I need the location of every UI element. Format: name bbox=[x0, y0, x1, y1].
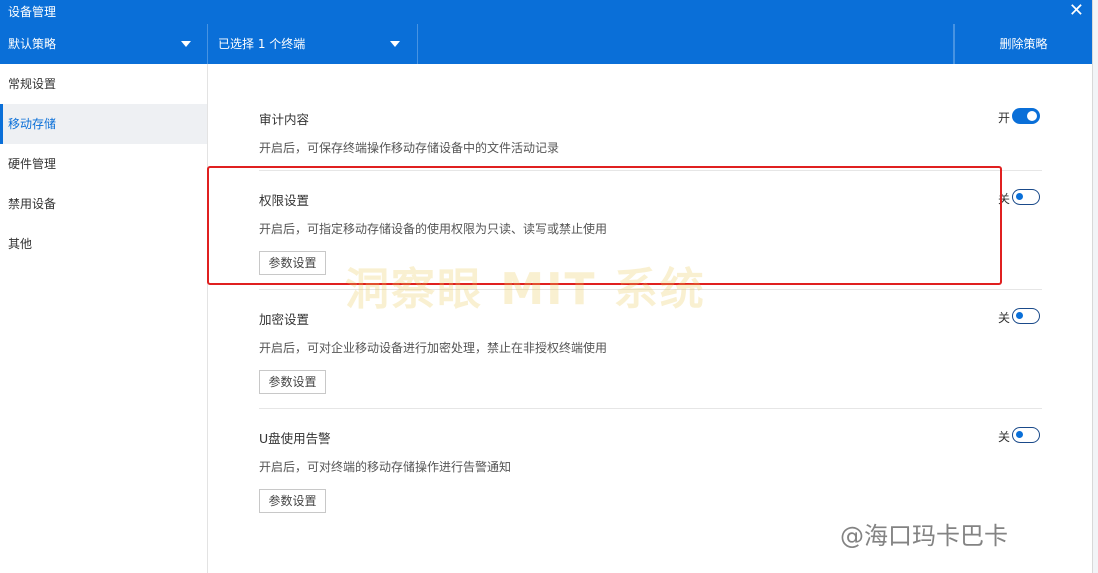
sidebar: 常规设置 移动存储 硬件管理 禁用设备 其他 bbox=[0, 64, 208, 573]
permission-toggle[interactable] bbox=[1012, 189, 1040, 205]
section-description: 开启后，可对企业移动设备进行加密处理，禁止在非授权终端使用 bbox=[259, 341, 608, 355]
watermark-corner: @海口玛卡巴卡 bbox=[840, 522, 1008, 550]
audit-toggle[interactable] bbox=[1012, 108, 1040, 124]
encryption-params-button[interactable]: 参数设置 bbox=[259, 370, 326, 394]
terminal-select[interactable]: 已选择 1 个终端 bbox=[208, 24, 418, 64]
divider bbox=[259, 408, 1042, 409]
usb-alert-params-button[interactable]: 参数设置 bbox=[259, 489, 326, 513]
delete-policy-button[interactable]: 删除策略 bbox=[954, 24, 1092, 64]
toggle-knob bbox=[1016, 193, 1023, 200]
sidebar-item-other[interactable]: 其他 bbox=[0, 224, 207, 264]
section-title: 审计内容 bbox=[259, 112, 310, 127]
toggle-knob bbox=[1027, 111, 1037, 121]
terminal-select-value: 已选择 1 个终端 bbox=[218, 37, 306, 51]
chevron-down-icon bbox=[390, 41, 400, 47]
section-title: U盘使用告警 bbox=[259, 431, 331, 446]
section-description: 开启后，可对终端的移动存储操作进行告警通知 bbox=[259, 460, 512, 474]
toggle-state-label: 开 bbox=[997, 111, 1010, 125]
policy-select[interactable]: 默认策略 bbox=[0, 24, 208, 64]
toolbar: 默认策略 已选择 1 个终端 删除策略 bbox=[0, 24, 1092, 64]
watermark: 洞察眼 MIT 系统 bbox=[345, 264, 706, 315]
toggle-knob bbox=[1016, 312, 1023, 319]
sidebar-item-general[interactable]: 常规设置 bbox=[0, 64, 207, 104]
chevron-down-icon bbox=[181, 41, 191, 47]
sidebar-item-disabled-devices[interactable]: 禁用设备 bbox=[0, 184, 207, 224]
section-title: 加密设置 bbox=[259, 312, 310, 327]
policy-select-value: 默认策略 bbox=[8, 37, 57, 51]
window-title: 设备管理 bbox=[8, 5, 57, 19]
window-edge bbox=[1092, 0, 1098, 573]
section-description: 开启后，可保存终端操作移动存储设备中的文件活动记录 bbox=[259, 141, 560, 155]
toggle-state-label: 关 bbox=[997, 311, 1010, 325]
toggle-state-label: 关 bbox=[997, 430, 1010, 444]
sidebar-item-mobile-storage[interactable]: 移动存储 bbox=[0, 104, 207, 144]
close-icon[interactable]: ✕ bbox=[1069, 0, 1084, 22]
window-titlebar: 设备管理 ✕ bbox=[0, 0, 1092, 24]
sidebar-item-hardware[interactable]: 硬件管理 bbox=[0, 144, 207, 184]
usb-alert-toggle[interactable] bbox=[1012, 427, 1040, 443]
toggle-knob bbox=[1016, 431, 1023, 438]
toolbar-spacer bbox=[418, 24, 954, 64]
encryption-toggle[interactable] bbox=[1012, 308, 1040, 324]
